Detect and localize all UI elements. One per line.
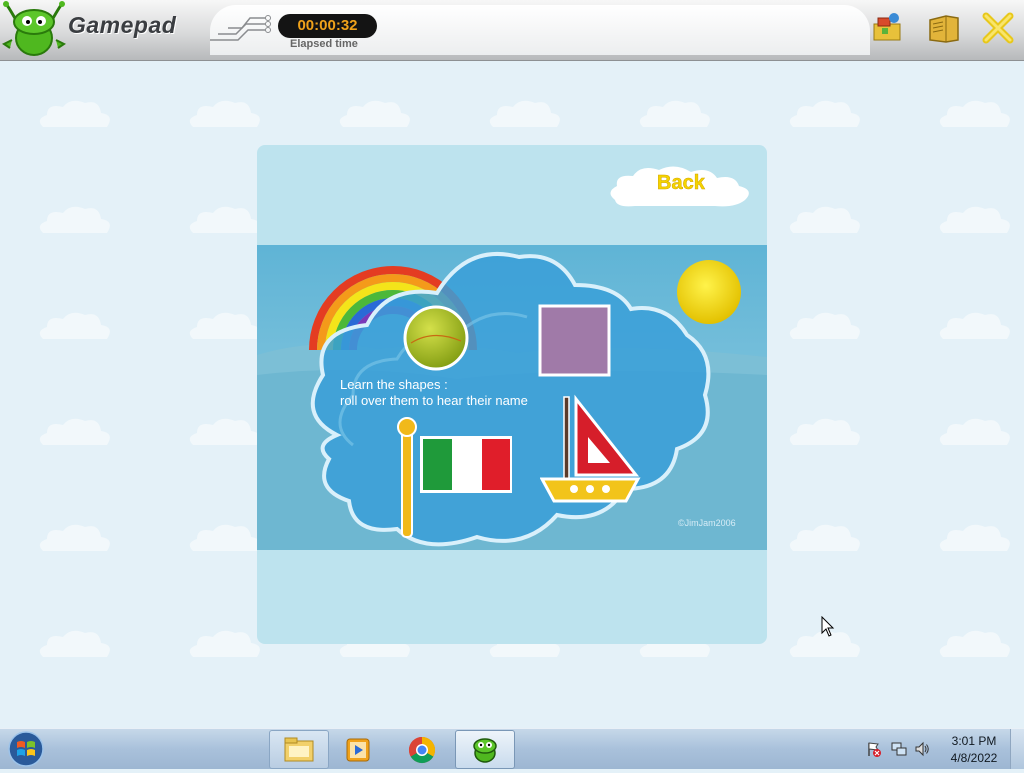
background-cloud <box>185 95 265 135</box>
taskbar-gamepad[interactable] <box>455 730 515 769</box>
shape-square[interactable] <box>538 304 611 382</box>
back-button[interactable]: Back <box>605 160 757 210</box>
alien-mascot-logo-icon <box>2 0 66 58</box>
background-cloud <box>785 201 865 241</box>
book-icon[interactable] <box>924 8 964 48</box>
shape-triangle-sailboat[interactable] <box>539 393 642 510</box>
gamepad-icon <box>473 738 497 763</box>
circuit-decoration-icon <box>210 15 271 41</box>
taskbar: 3:01 PM 4/8/2022 <box>0 728 1024 769</box>
copyright-text: ©JimJam2006 <box>678 518 736 528</box>
background-cloud <box>185 413 265 453</box>
background-cloud <box>335 95 415 135</box>
elapsed-timer: 00:00:32 <box>278 14 377 38</box>
show-desktop-button[interactable] <box>1010 729 1024 769</box>
instructions-line-2: roll over them to hear their name <box>340 393 528 408</box>
background-cloud <box>785 95 865 135</box>
taskbar-media-player[interactable] <box>329 730 389 769</box>
instructions-text: Learn the shapes : roll over them to hea… <box>340 377 528 409</box>
file-explorer-icon <box>284 737 314 762</box>
background-cloud <box>185 519 265 559</box>
action-center-flag-icon[interactable] <box>866 741 882 757</box>
media-player-icon <box>346 738 370 762</box>
back-label: Back <box>657 172 705 195</box>
background-cloud <box>185 307 265 347</box>
chrome-icon <box>408 736 436 764</box>
timer-label: Elapsed time <box>290 38 358 50</box>
background-cloud <box>35 307 115 347</box>
games-icon[interactable] <box>868 8 908 48</box>
clock-time[interactable]: 3:01 PM <box>951 734 997 748</box>
background-cloud <box>485 95 565 135</box>
clock-date[interactable]: 4/8/2022 <box>948 751 1000 765</box>
shape-circle-ball[interactable] <box>403 305 469 376</box>
background-cloud <box>785 413 865 453</box>
background-cloud <box>185 625 265 665</box>
background-cloud <box>935 307 1015 347</box>
background-cloud <box>785 307 865 347</box>
background-cloud <box>185 201 265 241</box>
windows-start-icon <box>8 731 44 767</box>
close-icon[interactable] <box>978 8 1018 48</box>
taskbar-chrome[interactable] <box>393 730 453 769</box>
taskbar-file-explorer[interactable] <box>269 730 329 769</box>
game-panel: Back Learn the shapes: roll over them t… <box>257 145 767 644</box>
volume-icon[interactable] <box>914 741 930 757</box>
background-cloud <box>935 95 1015 135</box>
shape-rectangle-flag[interactable] <box>397 415 517 545</box>
background-cloud <box>35 95 115 135</box>
background-cloud <box>35 625 115 665</box>
background-cloud <box>35 519 115 559</box>
app-header: Gamepad 00:00:32 Elapsed time <box>0 0 1024 61</box>
start-button[interactable] <box>6 730 46 768</box>
background-cloud <box>35 201 115 241</box>
background-cloud <box>785 519 865 559</box>
background-cloud <box>35 413 115 453</box>
mouse-cursor-icon <box>821 616 835 637</box>
network-icon[interactable] <box>891 741 907 757</box>
background-cloud <box>935 413 1015 453</box>
background-cloud <box>635 95 715 135</box>
background-cloud <box>935 519 1015 559</box>
app-title: Gamepad <box>68 12 177 38</box>
instructions-line-1: Learn the shapes : <box>340 377 448 392</box>
sun-icon <box>677 260 741 324</box>
background-cloud <box>935 625 1015 665</box>
background-cloud <box>935 201 1015 241</box>
